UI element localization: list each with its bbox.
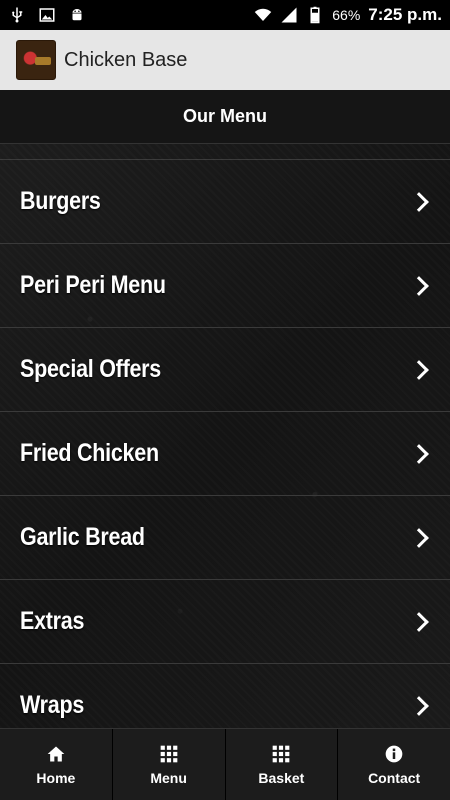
menu-item-label: Burgers [20, 187, 101, 215]
grid-icon [160, 745, 177, 762]
battery-icon [310, 6, 320, 24]
battery-percent: 66% [332, 7, 361, 23]
nav-label: Basket [258, 769, 305, 786]
nav-home[interactable]: Home [0, 729, 113, 800]
menu-item-burgers[interactable]: Burgers [0, 160, 450, 244]
chevron-right-icon [409, 275, 429, 296]
page-title: Our Menu [0, 90, 450, 144]
nav-menu[interactable]: Menu [113, 729, 226, 800]
chevron-right-icon [409, 359, 429, 380]
list-divider [0, 144, 450, 160]
nav-basket[interactable]: Basket [226, 729, 339, 800]
menu-item-label: Special Offers [20, 355, 161, 383]
grid-icon [273, 745, 290, 762]
app-logo [16, 40, 56, 80]
menu-item-label: Garlic Bread [20, 523, 145, 551]
menu-item-label: Extras [20, 607, 85, 635]
chevron-right-icon [409, 443, 429, 464]
system-status: 66% 7:25 p.m. [254, 5, 442, 25]
info-icon [385, 745, 403, 762]
android-icon [72, 9, 82, 21]
menu-list[interactable]: Burgers Peri Peri Menu Special Offers Fr… [0, 144, 450, 728]
menu-item-special-offers[interactable]: Special Offers [0, 328, 450, 412]
app-title: Chicken Base [64, 48, 188, 71]
menu-item-fried-chicken[interactable]: Fried Chicken [0, 412, 450, 496]
menu-item-peri-peri[interactable]: Peri Peri Menu [0, 244, 450, 328]
nav-contact[interactable]: Contact [338, 729, 450, 800]
notification-icons [8, 6, 86, 24]
signal-icon [281, 7, 297, 23]
home-icon [47, 746, 65, 761]
app-bar: Chicken Base [0, 30, 450, 90]
page-title-text: Our Menu [183, 106, 267, 126]
nav-label: Contact [368, 769, 421, 786]
menu-item-wraps[interactable]: Wraps [0, 664, 450, 728]
chevron-right-icon [409, 191, 429, 212]
chevron-right-icon [409, 695, 429, 716]
nav-label: Home [36, 769, 76, 786]
status-bar: 66% 7:25 p.m. [0, 0, 450, 30]
chevron-right-icon [409, 527, 429, 548]
image-icon [39, 8, 55, 22]
bottom-nav: Home Menu Basket Contact [0, 728, 450, 800]
wifi-icon [255, 8, 272, 21]
menu-item-label: Wraps [20, 691, 85, 719]
nav-label: Menu [150, 769, 187, 786]
menu-item-garlic-bread[interactable]: Garlic Bread [0, 496, 450, 580]
usb-icon [12, 7, 23, 23]
menu-item-label: Peri Peri Menu [20, 271, 166, 299]
menu-item-label: Fried Chicken [20, 439, 159, 467]
clock: 7:25 p.m. [368, 5, 442, 24]
menu-item-extras[interactable]: Extras [0, 580, 450, 664]
chevron-right-icon [409, 611, 429, 632]
